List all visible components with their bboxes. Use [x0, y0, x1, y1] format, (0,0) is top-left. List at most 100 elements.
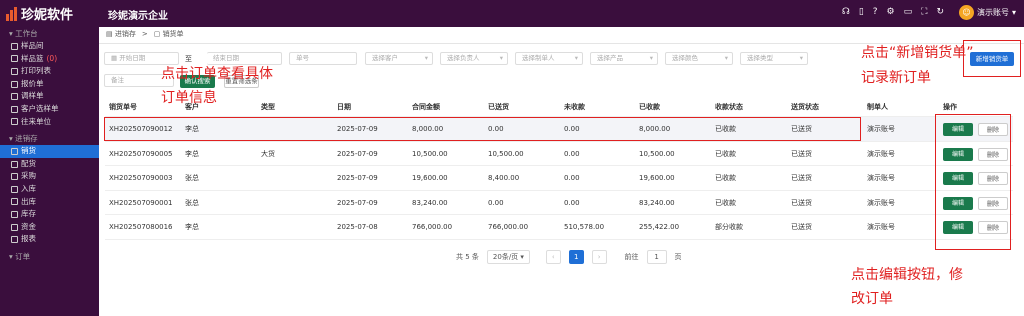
annotation-box-first-row	[104, 117, 861, 141]
cell-date: 2025-07-09	[337, 149, 378, 158]
table-row[interactable]: XH202507090001 张总 2025-07-09 83,240.00 0.00 0…	[105, 191, 1013, 215]
table-header: 销货单号 客户 类型 日期 合同金额 已送货 未收款 已收款 收款状态 送货状态…	[105, 97, 1013, 117]
fullscreen-icon[interactable]: ⛶	[921, 7, 927, 17]
chevron-down-icon: ▾	[499, 54, 503, 62]
prev-page-button[interactable]: ‹	[545, 250, 561, 264]
cell-date: 2025-07-09	[337, 174, 378, 182]
cell-customer: 李总	[185, 149, 199, 158]
company-name: 珍妮演示企业	[108, 11, 168, 22]
cell-paid: 255,422.00	[639, 223, 680, 231]
sidebar-item-sample-basket[interactable]: 样品篮 (0)	[0, 53, 99, 66]
sidebar-item-print-list[interactable]: 打印列表	[0, 65, 99, 78]
sidebar-group-inventory[interactable]: ▾ 进销存	[0, 132, 99, 145]
breadcrumb-root[interactable]: ▤ 进销存	[106, 29, 136, 39]
page-1-button[interactable]: 1	[568, 250, 584, 264]
cell-contract: 19,600.00	[412, 174, 448, 182]
customer-select[interactable]: 选择客户 ▾	[365, 52, 433, 65]
logo-text: 珍妮软件	[21, 8, 74, 23]
annotation-edit-order-line2: 改订单	[851, 291, 893, 307]
table-row[interactable]: XH202507090005 李总 大货 2025-07-09 10,500.00 10,…	[105, 142, 1013, 166]
color-select[interactable]: 选择颜色 ▾	[665, 52, 733, 65]
sidebar-item-stock-in[interactable]: 入库	[0, 183, 99, 196]
grid-icon	[11, 42, 18, 50]
header-delivered[interactable]: 已送货	[488, 97, 509, 117]
header-delivery-status[interactable]: 送货状态	[791, 97, 819, 117]
cell-creator: 演示账号	[867, 198, 895, 207]
headset-icon[interactable]: ☊	[842, 7, 850, 17]
cell-no: XH202507090005	[109, 149, 173, 158]
chevron-down-icon: ▾	[424, 54, 428, 62]
sidebar-item-transfer[interactable]: 调样单	[0, 90, 99, 103]
sidebar-item-funds[interactable]: 资金	[0, 221, 99, 234]
cell-paid: 83,240.00	[639, 198, 675, 207]
sidebar-item-partners[interactable]: 往来单位	[0, 116, 99, 129]
annotation-view-order: 点击订单查看具体	[161, 66, 273, 82]
header-payment-status[interactable]: 收款状态	[715, 97, 743, 117]
chat-icon[interactable]: ▭	[904, 7, 913, 17]
header-creator[interactable]: 制单人	[867, 97, 888, 117]
cell-contract: 10,500.00	[412, 149, 448, 158]
cell-date: 2025-07-08	[337, 223, 378, 231]
breadcrumb: ▤ 进销存 > ▢ 销货单	[106, 29, 184, 39]
header-contract-amount[interactable]: 合同金额	[412, 97, 440, 117]
settings-icon[interactable]: ⚙	[887, 7, 895, 17]
cell-creator: 演示账号	[867, 223, 895, 231]
pagination: 共 5 条 20条/页 ▾ ‹ 1 › 前往 1 页	[456, 250, 682, 264]
cell-unpaid: 0.00	[564, 198, 580, 207]
page-unit-label: 页	[674, 253, 682, 261]
sidebar-group-workbench[interactable]: ▾ 工作台	[0, 27, 99, 40]
cart-icon	[11, 173, 18, 181]
sidebar-item-stock-out[interactable]: 出库	[0, 196, 99, 209]
cell-unpaid: 0.00	[564, 149, 580, 158]
chevron-down-icon: ▾	[724, 54, 728, 62]
page-size-select[interactable]: 20条/页 ▾	[486, 250, 530, 264]
transfer-icon	[11, 93, 18, 101]
total-count: 共 5 条	[456, 253, 479, 261]
sales-icon	[11, 147, 18, 155]
help-icon[interactable]: ?	[873, 7, 878, 17]
phone-icon[interactable]: ▯	[859, 7, 864, 17]
sidebar-item-reports[interactable]: 报表	[0, 233, 99, 246]
order-number-input[interactable]: 单号	[289, 52, 357, 65]
table-row[interactable]: XH202507080016 李总 2025-07-08 766,000.00 766,…	[105, 215, 1013, 240]
goto-page-input[interactable]: 1	[646, 250, 667, 264]
cell-creator: 演示账号	[867, 149, 895, 158]
sidebar-item-sales[interactable]: 销货	[0, 145, 99, 158]
owner-select[interactable]: 选择负责人 ▾	[440, 52, 508, 65]
header-date[interactable]: 日期	[337, 97, 351, 117]
cell-customer: 张总	[185, 174, 199, 182]
sidebar-item-stock[interactable]: 库存	[0, 208, 99, 221]
cell-customer: 李总	[185, 223, 199, 231]
table-row[interactable]: XH202507090003 张总 2025-07-09 19,600.00 8,400…	[105, 166, 1013, 191]
header-unpaid[interactable]: 未收款	[564, 97, 585, 117]
header-paid[interactable]: 已收款	[639, 97, 660, 117]
warehouse-icon	[11, 210, 18, 218]
sidebar-item-purchase[interactable]: 采购	[0, 170, 99, 183]
list-icon	[11, 105, 18, 113]
account-name: 演示账号	[976, 8, 1009, 17]
app-logo[interactable]: 珍妮软件	[6, 5, 74, 23]
next-page-button[interactable]: ›	[591, 250, 607, 264]
header-order-no[interactable]: 销货单号	[109, 97, 137, 117]
annotation-new-order: 点击“新增销货单”	[861, 45, 974, 61]
cell-delivered: 0.00	[488, 198, 504, 207]
box-icon	[11, 160, 18, 168]
avatar: ☺	[958, 5, 974, 20]
chevron-down-icon: ▾	[574, 54, 578, 62]
sidebar-item-customer-selection[interactable]: 客户选样单	[0, 103, 99, 116]
refresh-icon[interactable]: ↻	[936, 7, 944, 17]
header-type[interactable]: 类型	[261, 97, 275, 117]
creator-select[interactable]: 选择制单人 ▾	[515, 52, 583, 65]
sidebar-item-allocation[interactable]: 配货	[0, 158, 99, 171]
basket-icon	[11, 55, 18, 63]
account-menu[interactable]: ☺ 演示账号 ▾	[958, 5, 1016, 20]
sidebar-item-sample-room[interactable]: 样品间	[0, 40, 99, 53]
cell-no: XH202507090001	[109, 198, 173, 207]
product-select[interactable]: 选择产品 ▾	[590, 52, 658, 65]
sidebar-group-orders[interactable]: ▾ 订单	[0, 250, 99, 263]
top-bar: 珍妮软件 珍妮演示企业 ☊ ▯ ? ⚙ ▭ ⛶ ↻ ☺ 演示账号 ▾	[0, 0, 1024, 27]
cell-delivered: 10,500.00	[488, 149, 524, 158]
type-select[interactable]: 选择类型 ▾	[740, 52, 808, 65]
sidebar-item-quotation[interactable]: 报价单	[0, 78, 99, 91]
cell-no: XH202507090003	[109, 174, 173, 182]
